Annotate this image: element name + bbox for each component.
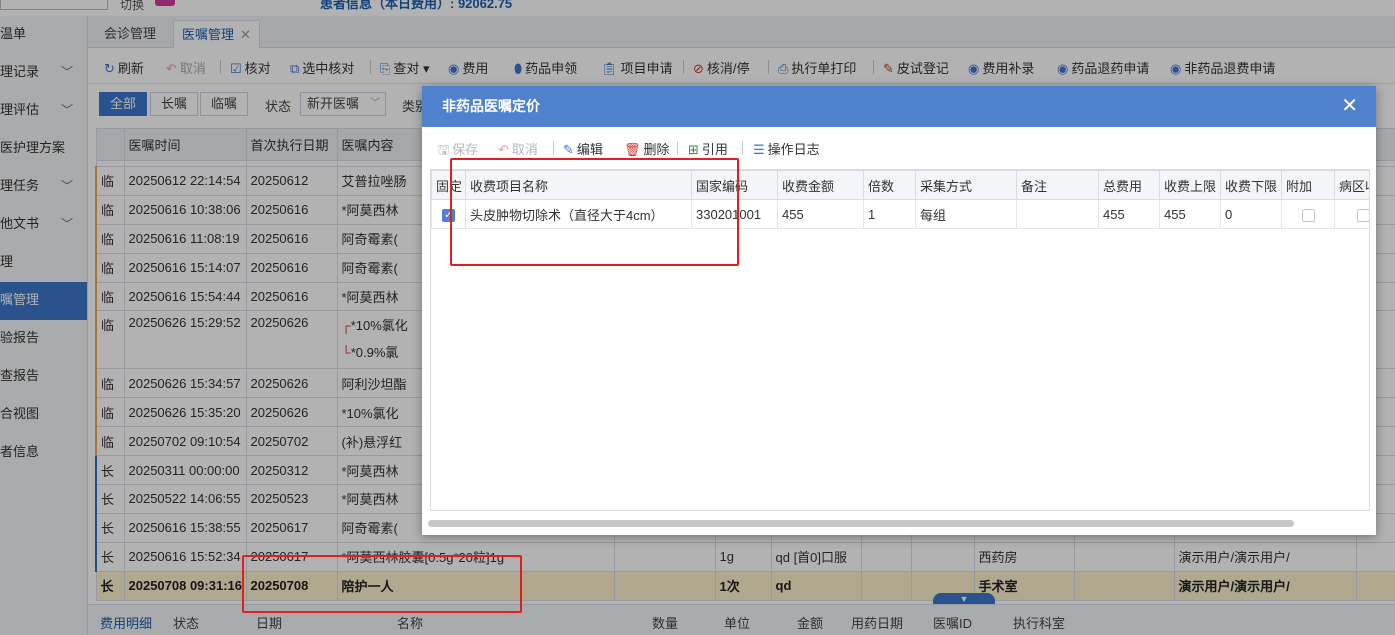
save-label: 保存 bbox=[452, 142, 479, 157]
ward-checkbox[interactable] bbox=[1356, 208, 1369, 222]
horizontal-scrollbar[interactable] bbox=[428, 520, 1294, 527]
column-header: 收费上限 bbox=[1159, 170, 1221, 200]
extra-cell[interactable] bbox=[1281, 199, 1335, 229]
collection-method: 每组 bbox=[915, 199, 1017, 229]
column-header: 附加 bbox=[1281, 170, 1335, 200]
trash-icon: 🗑︎ bbox=[624, 142, 641, 157]
column-header: 收费下限 bbox=[1220, 170, 1282, 200]
column-header: 备注 bbox=[1016, 170, 1099, 200]
cancel-label: 取消 bbox=[511, 142, 538, 157]
cite-button[interactable]: ⊞ 引用 bbox=[688, 139, 728, 158]
delete-button[interactable]: 🗑︎ 删除 bbox=[624, 139, 670, 158]
fee-lower-limit: 0 bbox=[1220, 199, 1282, 229]
delete-label: 删除 bbox=[643, 142, 670, 157]
close-icon[interactable]: ✕ bbox=[1341, 86, 1358, 127]
nondrug-pricing-dialog: 非药品医嘱定价 ✕ 🖫 保存 ↶ 取消 ✎ 编辑 🗑︎ 删除 ⊞ 引用 ☰ 操作日志 固定 … bbox=[422, 86, 1376, 535]
extra-checkbox[interactable] bbox=[1301, 208, 1315, 222]
multiple: 1 bbox=[863, 199, 916, 229]
import-icon: ⊞ bbox=[688, 142, 699, 157]
undo-icon: ↶ bbox=[498, 142, 509, 157]
fee-upper-limit: 455 bbox=[1159, 199, 1221, 229]
column-header: 收费金额 bbox=[777, 170, 864, 200]
cancel-button[interactable]: ↶ 取消 bbox=[498, 139, 538, 158]
column-header: 采集方式 bbox=[915, 170, 1017, 200]
annotation-box bbox=[242, 555, 522, 613]
column-header: 病区收 bbox=[1334, 170, 1369, 200]
pencil-icon: ✎ bbox=[563, 142, 574, 157]
annotation-box bbox=[450, 158, 739, 266]
edit-button[interactable]: ✎ 编辑 bbox=[563, 139, 603, 158]
operation-log-label: 操作日志 bbox=[767, 142, 820, 157]
document-icon: ☰ bbox=[753, 142, 765, 157]
ward-cell[interactable] bbox=[1334, 199, 1369, 229]
column-header: 倍数 bbox=[863, 170, 916, 200]
divider bbox=[742, 141, 743, 155]
dialog-title: 非药品医嘱定价 bbox=[442, 98, 540, 114]
operation-log-button[interactable]: ☰ 操作日志 bbox=[753, 139, 820, 158]
remark bbox=[1016, 199, 1099, 229]
divider bbox=[677, 141, 678, 155]
dialog-header: 非药品医嘱定价 ✕ bbox=[422, 86, 1376, 127]
column-header: 总费用 bbox=[1098, 170, 1160, 200]
divider bbox=[553, 141, 554, 155]
total-fee: 455 bbox=[1098, 199, 1160, 229]
edit-label: 编辑 bbox=[576, 142, 603, 157]
cite-label: 引用 bbox=[701, 142, 728, 157]
save-icon: 🖫 bbox=[438, 142, 450, 157]
fee-amount: 455 bbox=[777, 199, 864, 229]
